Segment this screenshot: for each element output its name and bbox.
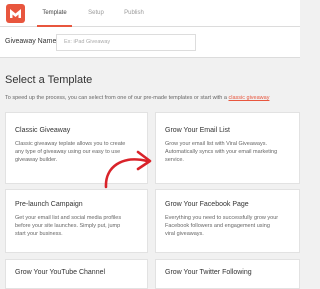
template-card-line: service. [165,157,184,164]
template-card-line: before your site launches. Simply put, j… [15,223,121,230]
template-card-grow-facebook-page[interactable]: Grow Your Facebook Page Everything you n… [155,189,300,253]
section-description: To speed up the process, you can select … [5,95,269,101]
giveaway-name-row: Giveaway Name Ex: iPad Giveaway [0,27,300,58]
template-card-title: Grow Your YouTube Channel [15,269,106,276]
annotation-arrow-icon [104,150,152,189]
template-card-title: Pre-launch Campaign [15,201,83,208]
tab-setup[interactable]: Setup [86,0,106,27]
template-card-line: Get your email list and social media pro… [15,215,122,221]
template-card-grow-email-list[interactable]: Grow Your Email List Grow your email lis… [155,112,300,184]
template-card-pre-launch[interactable]: Pre-launch Campaign Get your email list … [5,189,148,253]
section-title: Select a Template [5,74,93,86]
app-logo-icon [6,4,25,23]
template-card-title: Grow Your Twitter Following [165,269,252,276]
template-card-description: Everything you need to successfully grow… [165,214,278,239]
template-card-title: Grow Your Email List [165,127,230,134]
template-card-line: start your business. [15,231,63,238]
tab-publish[interactable]: Publish [122,0,146,27]
template-card-grow-twitter[interactable]: Grow Your Twitter Following [155,259,300,289]
template-card-description: Grow your email list with Viral Giveaway… [165,140,277,165]
giveaway-name-input[interactable]: Ex: iPad Giveaway [56,34,196,51]
template-card-line: Facebook followers and engagement using [165,223,270,230]
template-card-line: Grow your email list with Viral Giveaway… [165,141,267,147]
template-card-title: Classic Giveaway [15,127,71,134]
section-description-text: To speed up the process, you can select … [5,95,227,101]
top-nav-bar: Template Setup Publish [0,0,300,27]
template-card-line: Automatically syncs with your email mark… [165,149,278,156]
template-card-line: viral giveaways. [165,231,204,238]
template-card-description: Get your email list and social media pro… [15,214,121,239]
tab-template[interactable]: Template [37,0,72,27]
giveaway-name-label: Giveaway Name [5,38,57,45]
template-card-line: Everything you need to successfully grow… [165,215,279,221]
template-card-title: Grow Your Facebook Page [165,201,249,208]
template-card-grow-youtube[interactable]: Grow Your YouTube Channel [5,259,148,289]
classic-giveaway-link[interactable]: classic giveaway [228,95,269,101]
